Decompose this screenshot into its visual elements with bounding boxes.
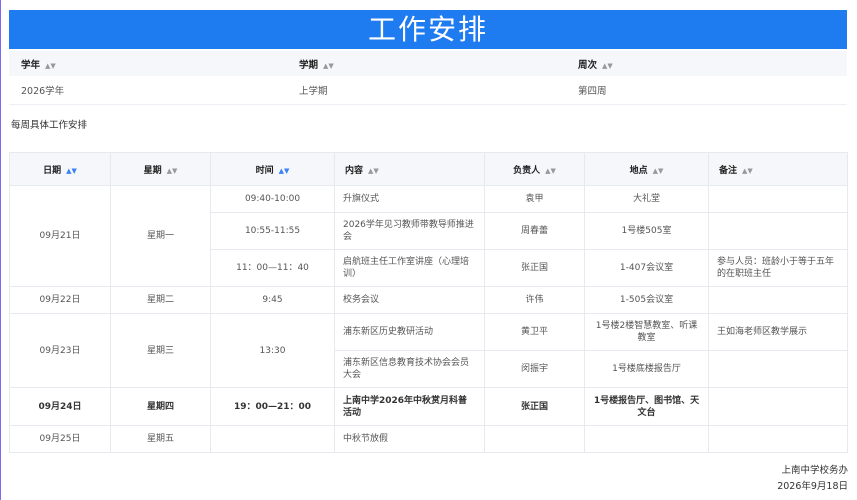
cell-content: 中秋节放假 xyxy=(334,425,485,453)
header-date[interactable]: 日期 ▲▼ xyxy=(9,152,111,186)
cell-date: 09月25日 xyxy=(9,425,111,453)
cell-location: 1-505会议室 xyxy=(584,286,709,314)
sort-icon[interactable]: ▲▼ xyxy=(45,62,56,70)
sort-icon[interactable]: ▲▼ xyxy=(368,167,379,175)
sort-icon[interactable]: ▲▼ xyxy=(279,167,290,175)
cell-time: 09:40-10:00 xyxy=(210,185,335,213)
cell-note: 王如海老师区教学展示 xyxy=(708,313,848,351)
cell-time: 11：00—11：40 xyxy=(210,249,335,287)
cell-location: 1号楼报告厅、图书馆、天文台 xyxy=(584,387,709,426)
sort-icon[interactable]: ▲▼ xyxy=(653,167,664,175)
cell-date: 09月23日 xyxy=(9,313,111,388)
cell-note xyxy=(708,387,848,426)
header-location[interactable]: 地点 ▲▼ xyxy=(584,152,709,186)
cell-location: 1号楼505室 xyxy=(584,212,709,250)
meta-week-value: 第四周 xyxy=(566,76,847,105)
cell-weekday: 星期四 xyxy=(110,387,211,426)
cell-note: 参与人员：班龄小于等于五年的在职班主任 xyxy=(708,249,848,287)
table-row: 09月25日 星期五 中秋节放假 xyxy=(9,425,848,453)
header-person[interactable]: 负责人 ▲▼ xyxy=(484,152,585,186)
table-row: 09月22日 星期二 9:45 校务会议 许伟 1-505会议室 xyxy=(9,286,848,314)
cell-location: 大礼堂 xyxy=(584,185,709,213)
cell-content: 上南中学2026年中秋赏月科普活动 xyxy=(334,387,485,426)
cell-person: 许伟 xyxy=(484,286,585,314)
window-edge xyxy=(0,0,1,500)
footer-org: 上南中学校务办 xyxy=(781,465,848,476)
sort-icon[interactable]: ▲▼ xyxy=(602,62,613,70)
sort-icon[interactable]: ▲▼ xyxy=(545,167,556,175)
cell-content: 2026学年见习教师带教导师推进会 xyxy=(334,212,485,250)
cell-note xyxy=(708,350,848,388)
cell-person: 周春蕾 xyxy=(484,212,585,250)
cell-location: 1号楼2楼智慧教室、听课教室 xyxy=(584,313,709,351)
cell-weekday: 星期五 xyxy=(110,425,211,453)
cell-time: 10:55-11:55 xyxy=(210,212,335,250)
cell-location: 1-407会议室 xyxy=(584,249,709,287)
cell-time xyxy=(210,425,335,453)
footer-date: 2026年9月18日 xyxy=(777,481,848,492)
header-content[interactable]: 内容 ▲▼ xyxy=(334,152,485,186)
table-row: 09月21日 星期一 09:40-10:00 升旗仪式 袁甲 大礼堂 xyxy=(9,185,848,287)
cell-weekday: 星期一 xyxy=(110,185,211,287)
cell-person: 黄卫平 xyxy=(484,313,585,351)
cell-person: 张正国 xyxy=(484,249,585,287)
meta-value-row: 2026学年 上学期 第四周 xyxy=(9,76,847,105)
meta-header-term[interactable]: 学期 ▲▼ xyxy=(287,51,566,76)
cell-location: 1号楼底楼报告厅 xyxy=(584,350,709,388)
cell-person: 闵振宇 xyxy=(484,350,585,388)
sort-icon[interactable]: ▲▼ xyxy=(66,167,77,175)
cell-note xyxy=(708,185,848,213)
sort-icon[interactable]: ▲▼ xyxy=(742,167,753,175)
cell-content: 浦东新区信息教育技术协会会员大会 xyxy=(334,350,485,388)
cell-person xyxy=(484,425,585,453)
cell-time: 9:45 xyxy=(210,286,335,314)
table-row: 09月24日 星期四 19：00—21：00 上南中学2026年中秋赏月科普活动… xyxy=(9,387,848,426)
header-weekday[interactable]: 星期 ▲▼ xyxy=(110,152,211,186)
header-time[interactable]: 时间 ▲▼ xyxy=(210,152,335,186)
cell-time: 19：00—21：00 xyxy=(210,387,335,426)
meta-header-year[interactable]: 学年 ▲▼ xyxy=(9,51,287,76)
cell-note xyxy=(708,286,848,314)
cell-date: 09月21日 xyxy=(9,185,111,287)
cell-weekday: 星期三 xyxy=(110,313,211,388)
schedule-table: 日期 ▲▼ 星期 ▲▼ 时间 ▲▼ 内容 ▲▼ 负责人 ▲▼ 地点 ▲▼ 备注 ▲▼ 09月2… xyxy=(9,152,848,453)
page-title: 工作安排 xyxy=(9,10,847,49)
cell-date: 09月24日 xyxy=(9,387,111,426)
meta-header-week[interactable]: 周次 ▲▼ xyxy=(566,51,847,76)
cell-note xyxy=(708,425,848,453)
meta-term-value: 上学期 xyxy=(287,76,566,105)
meta-header-row: 学年 ▲▼ 学期 ▲▼ 周次 ▲▼ xyxy=(9,51,847,76)
table-row: 09月23日 星期三 13:30 浦东新区历史教研活动 黄卫平 1号楼2楼智慧教… xyxy=(9,313,848,388)
schedule-header-row: 日期 ▲▼ 星期 ▲▼ 时间 ▲▼ 内容 ▲▼ 负责人 ▲▼ 地点 ▲▼ 备注 ▲▼ xyxy=(9,152,848,186)
cell-content: 升旗仪式 xyxy=(334,185,485,213)
cell-person: 袁甲 xyxy=(484,185,585,213)
cell-note xyxy=(708,212,848,250)
cell-time: 13:30 xyxy=(210,313,335,388)
section-subtitle: 每周具体工作安排 xyxy=(11,120,88,131)
cell-content: 校务会议 xyxy=(334,286,485,314)
cell-location xyxy=(584,425,709,453)
sort-icon[interactable]: ▲▼ xyxy=(323,62,334,70)
cell-person: 张正国 xyxy=(484,387,585,426)
cell-date: 09月22日 xyxy=(9,286,111,314)
sort-icon[interactable]: ▲▼ xyxy=(167,167,178,175)
meta-table: 学年 ▲▼ 学期 ▲▼ 周次 ▲▼ 2026学年 上学期 第四周 xyxy=(9,51,847,105)
meta-year-value: 2026学年 xyxy=(9,76,287,105)
header-note[interactable]: 备注 ▲▼ xyxy=(708,152,848,186)
cell-content: 启航班主任工作室讲座（心理培训） xyxy=(334,249,485,287)
cell-content: 浦东新区历史教研活动 xyxy=(334,313,485,351)
cell-weekday: 星期二 xyxy=(110,286,211,314)
